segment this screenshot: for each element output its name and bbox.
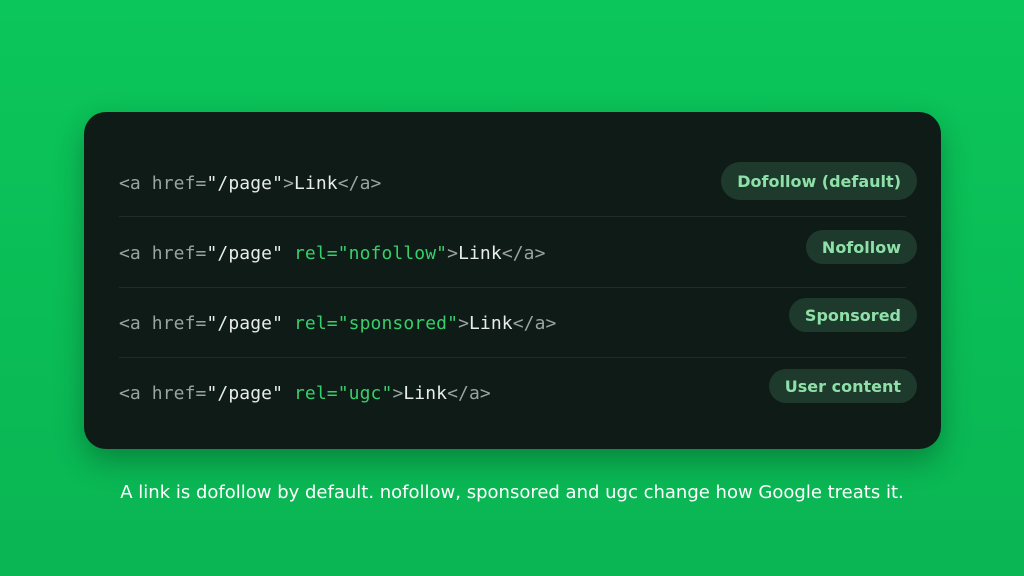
link-type-badge: Nofollow <box>805 230 917 264</box>
code-href-value: "/page" <box>206 242 284 264</box>
code-rel-attribute: rel="nofollow" <box>283 242 448 264</box>
code-row: <a href="/page" rel="nofollow">Link</a> … <box>119 218 917 288</box>
code-card: <a href="/page">Link</a> Dofollow (defau… <box>84 112 941 449</box>
link-type-badge: Sponsored <box>788 298 917 332</box>
code-link-text: Link <box>458 242 502 264</box>
code-snippet: <a href="/page" rel="nofollow">Link</a> <box>119 243 546 264</box>
code-snippet: <a href="/page" rel="sponsored">Link</a> <box>119 313 557 334</box>
code-tag-close: > <box>283 172 294 194</box>
code-tag-end: </a> <box>447 382 491 404</box>
code-tag-close: > <box>447 242 459 264</box>
code-link-text: Link <box>403 382 448 404</box>
row-divider <box>119 216 906 217</box>
code-tag-close: > <box>458 312 469 334</box>
code-rel-attribute: rel="ugc" <box>283 382 393 404</box>
link-type-badge: Dofollow (default) <box>721 162 917 200</box>
code-href-value: "/page" <box>206 172 284 194</box>
code-row: <a href="/page" rel="ugc">Link</a> User … <box>119 358 917 428</box>
code-row: <a href="/page" rel="sponsored">Link</a>… <box>119 288 917 358</box>
code-snippet: <a href="/page">Link</a> <box>119 173 382 194</box>
code-tag-open: <a href= <box>119 242 207 264</box>
code-row: <a href="/page">Link</a> Dofollow (defau… <box>119 148 917 218</box>
code-tag-open: <a href= <box>119 172 207 194</box>
code-href-value: "/page" <box>206 382 284 404</box>
code-tag-close: > <box>392 382 404 404</box>
code-tag-end: </a> <box>337 172 382 194</box>
code-tag-open: <a href= <box>119 382 207 404</box>
code-tag-end: </a> <box>501 242 546 264</box>
code-tag-open: <a href= <box>119 312 207 334</box>
caption-text: A link is dofollow by default. nofollow,… <box>120 482 904 503</box>
link-type-badge: User content <box>768 369 917 403</box>
code-link-text: Link <box>469 312 513 334</box>
code-rel-attribute: rel="sponsored" <box>283 312 459 334</box>
code-href-value: "/page" <box>206 312 284 334</box>
code-tag-end: </a> <box>512 312 557 334</box>
code-link-text: Link <box>294 172 338 194</box>
code-snippet: <a href="/page" rel="ugc">Link</a> <box>119 383 491 404</box>
